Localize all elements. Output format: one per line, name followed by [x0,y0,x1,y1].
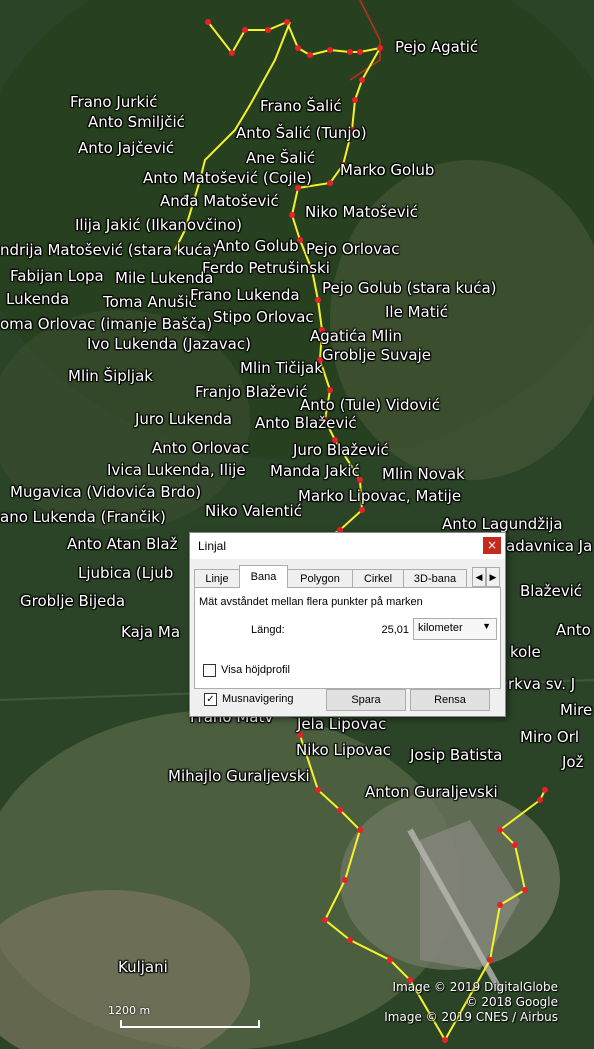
place-label[interactable]: Anto Matošević (Cojle) [143,169,312,187]
place-label[interactable]: Juro Lukenda [135,410,232,428]
place-label[interactable]: Frano Lukenda [190,286,300,304]
place-label[interactable]: Fabijan Lopa [10,267,104,285]
unit-select[interactable]: kilometer ▼ [413,618,497,640]
place-label[interactable]: Josip Batista [410,746,502,764]
tab-polygon[interactable]: Polygon [287,569,353,588]
place-label[interactable]: Ane Šalić [246,149,315,167]
place-label[interactable]: Anto Smiljčić [88,113,185,131]
place-labels: Pejo Agatić Frano Jurkić Anto Smiljčić A… [0,0,594,1049]
place-label[interactable]: Kuljani [118,958,168,976]
place-label[interactable]: Anto Lagundžija [442,515,563,533]
place-label[interactable]: Mugavica (Vidovića Brdo) [10,483,201,501]
place-label[interactable]: Miro Orl [520,728,579,746]
place-label[interactable]: Groblje Suvaje [322,346,431,364]
place-label[interactable]: Anto [556,621,591,639]
tab-panel: Mät avståndet mellan flera punkter på ma… [194,587,501,689]
place-label[interactable]: Anto Blažević [255,414,357,432]
place-label[interactable]: Jož [562,753,583,771]
credit-line: Image © 2019 DigitalGlobe [392,980,558,994]
place-label[interactable]: Mlin Tičijak [240,359,323,377]
place-label[interactable]: Groblje Bijeda [20,592,125,610]
place-label[interactable]: Niko Valentić [205,502,302,520]
tab-3d-bana[interactable]: 3D-bana [403,569,467,588]
length-value: 25,01 [381,624,409,636]
place-label[interactable]: Anto Atan Blaž [67,535,177,553]
tab-cirkel[interactable]: Cirkel [352,569,404,588]
place-label[interactable]: Marko Lipovac, Matije [298,487,461,505]
imagery-credits: Image © 2019 DigitalGlobe © 2018 Google … [384,980,558,1025]
place-label[interactable]: Ivica Lukenda, Ilije [107,461,246,479]
place-label[interactable]: Toma Anušić [103,293,197,311]
place-label[interactable]: adavnica Ja [506,537,592,555]
place-label[interactable]: Ilija Jakić (Ilkanovčino) [75,216,242,234]
place-label[interactable]: Mihajlo Guraljevski [168,767,310,785]
place-label[interactable]: kole [510,643,541,661]
elevation-profile-checkbox[interactable] [203,664,216,677]
place-label[interactable]: rkva sv. J [508,675,575,693]
place-label[interactable]: Anđa Matošević [160,192,279,210]
place-label[interactable]: Marko Golub [340,161,434,179]
measure-description: Mät avståndet mellan flera punkter på ma… [199,596,423,608]
place-label[interactable]: Anto Orlovac [152,439,249,457]
place-label[interactable]: ano Lukenda (Frančik) [0,508,166,526]
tab-scroll-left-icon[interactable]: ◀ [472,567,486,587]
credit-line: © 2018 Google [465,995,558,1009]
save-button[interactable]: Spara [326,689,406,711]
clear-button[interactable]: Rensa [410,689,490,711]
place-label[interactable]: Pejo Golub (stara kuća) [322,279,497,297]
place-label[interactable]: Frano Jurkić [70,93,158,111]
place-label[interactable]: Pejo Agatić [395,38,478,56]
place-label[interactable]: Mlin Novak [382,465,465,483]
place-label[interactable]: Ljubica (Ljub [78,564,173,582]
place-label[interactable]: Mlin Šipljak [68,367,153,385]
place-label[interactable]: Stipo Orlovac [213,308,314,326]
close-icon[interactable]: × [483,537,501,554]
length-label: Längd: [251,624,285,636]
place-label[interactable]: Kaja Ma [121,623,180,641]
dialog-titlebar[interactable]: Linjal × [190,533,505,559]
place-label[interactable]: Pejo Orlovac [306,240,400,258]
place-label[interactable]: Ivo Lukenda (Jazavac) [87,335,251,353]
tab-bana[interactable]: Bana [239,565,288,588]
place-label[interactable]: oma Orlovac (imanje Bašča) [0,315,212,333]
place-label[interactable]: Franjo Blažević [195,383,308,401]
place-label[interactable]: Anton Guraljevski [365,783,498,801]
chevron-down-icon: ▼ [482,621,491,631]
scale-bar [120,1020,260,1028]
place-label[interactable]: Anto (Tule) Vidović [300,396,440,414]
place-label[interactable]: Jela Lipovac [297,715,386,733]
place-label[interactable]: Ile Matić [385,303,448,321]
scale-label: 1200 m [108,1004,151,1017]
place-label[interactable]: Anto Golub [215,237,299,255]
credit-line: Image © 2019 CNES / Airbus [384,1010,558,1024]
ruler-dialog: Linjal × Linje Bana Polygon Cirkel 3D-ba… [189,532,506,717]
place-label[interactable]: Juro Blažević [293,441,389,459]
place-label[interactable]: Blažević [520,582,582,600]
place-label[interactable]: Frano Šalić [260,97,342,115]
place-label[interactable]: Niko Lipovac [296,741,391,759]
place-label[interactable]: Niko Matošević [305,203,418,221]
place-label[interactable]: Agatića Mlin [310,327,402,345]
place-label[interactable]: ndrija Matošević (stara kuća) [0,241,218,259]
unit-value: kilometer [418,622,463,634]
place-label[interactable]: Anto Šalić (Tunjo) [236,124,367,142]
elevation-profile-label[interactable]: Visa höjdprofil [221,664,290,676]
mouse-navigation-label[interactable]: Musnavigering [222,693,294,705]
place-label[interactable]: Ferdo Petrušinski [202,259,330,277]
tab-strip: Linje Bana Polygon Cirkel 3D-bana ◀ ▶ [194,565,501,588]
place-label[interactable]: Lukenda [6,290,69,308]
tab-scroll-right-icon[interactable]: ▶ [486,567,500,587]
place-label[interactable]: Anto Jajčević [78,139,174,157]
tab-linje[interactable]: Linje [194,569,240,588]
mouse-navigation-checkbox[interactable]: ✓ [204,693,217,706]
place-label[interactable]: Manda Jakić [270,462,360,480]
place-label[interactable]: Mire [560,701,592,719]
place-label[interactable]: Mile Lukenda [115,269,213,287]
dialog-title: Linjal [198,539,227,553]
